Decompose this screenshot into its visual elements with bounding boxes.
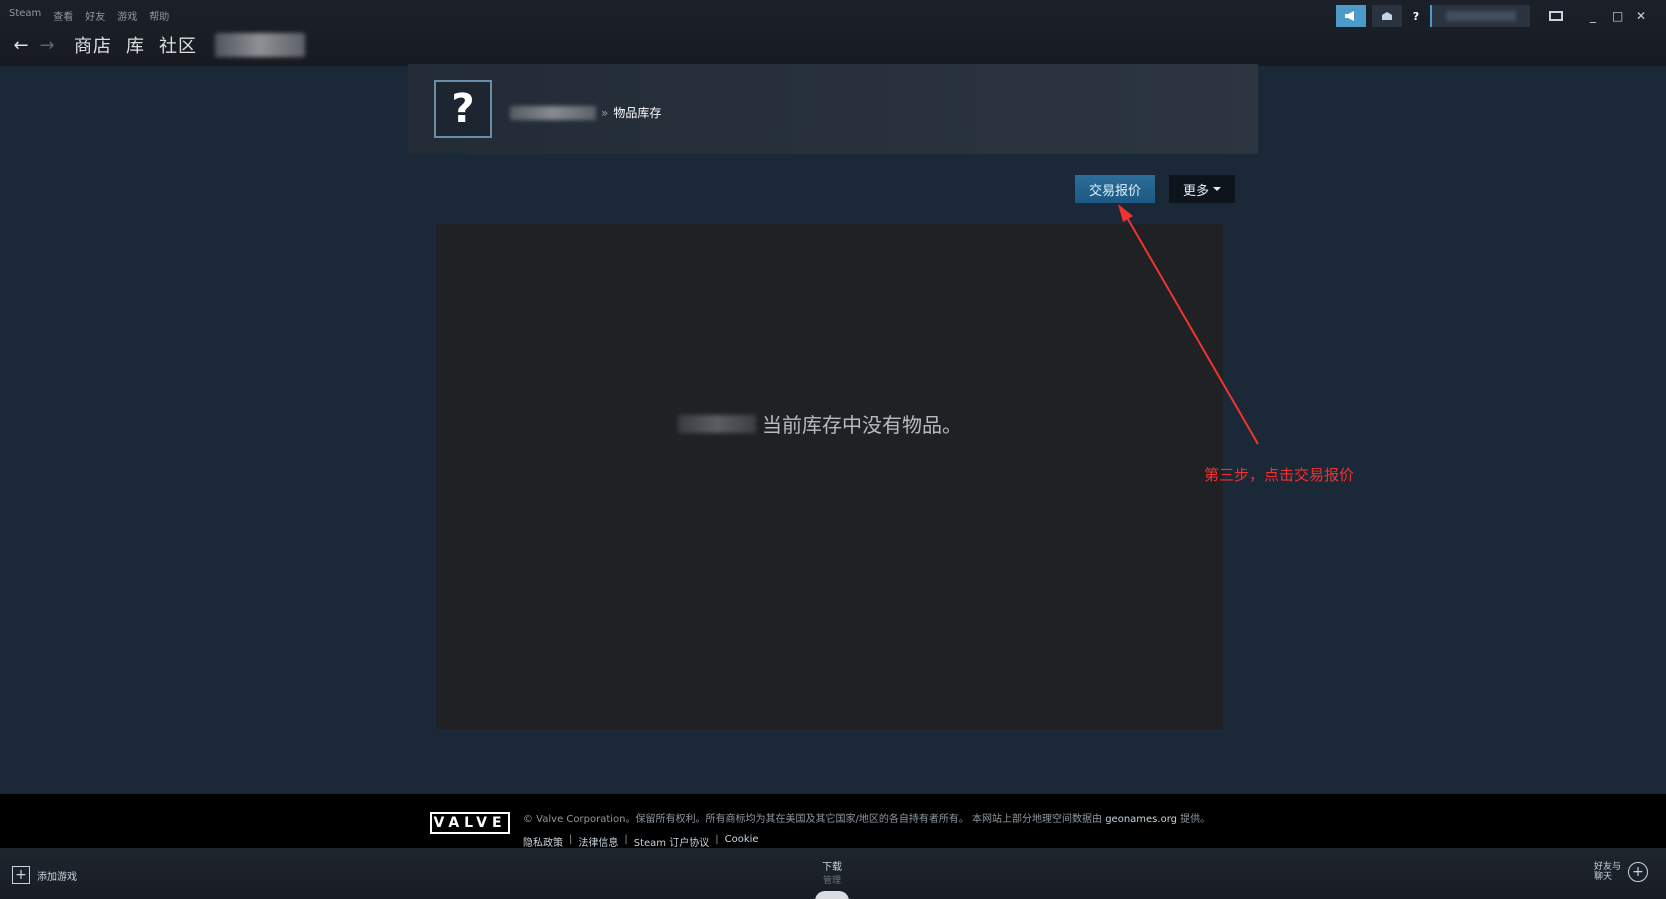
nav-tab-library[interactable]: 库 (126, 32, 145, 58)
breadcrumb-page: 物品库存 (613, 106, 662, 120)
valve-logo[interactable]: VALVE (430, 812, 510, 834)
footer: VALVE © Valve Corporation。保留所有权利。所有商标均为其… (0, 794, 1666, 849)
friends-label-line2: 聊天 (1594, 872, 1613, 882)
back-arrow-icon[interactable]: ← (8, 33, 34, 57)
friends-label-line1: 好友与 (1594, 862, 1622, 872)
maximize-icon[interactable]: □ (1612, 9, 1623, 23)
breadcrumb-username-redacted[interactable] (510, 105, 596, 120)
annotation-text: 第三步，点击交易报价 (1204, 466, 1355, 484)
empty-inventory-message: 当前库存中没有物品。 (678, 409, 962, 438)
help-icon[interactable]: ? (1408, 5, 1424, 27)
footer-separator: | (569, 834, 573, 845)
title-bar: Steam 查看 好友 游戏 帮助 ← → 商店 库 社区 ? _ □ ✕ (0, 0, 1666, 66)
more-dropdown-button[interactable]: 更多 (1169, 175, 1235, 203)
menu-view[interactable]: 查看 (53, 8, 73, 23)
add-game-label: 添加游戏 (37, 871, 77, 883)
menu-help[interactable]: 帮助 (149, 8, 169, 23)
envelope-icon[interactable] (1372, 5, 1402, 27)
downloads-label: 下载 (822, 862, 842, 873)
footer-separator: | (624, 834, 628, 845)
account-menu-redacted[interactable] (1430, 5, 1530, 27)
forward-arrow-icon[interactable]: → (34, 33, 60, 57)
menu-bar: Steam 查看 好友 游戏 帮助 (9, 8, 169, 23)
downloads-button[interactable]: 下载 管理 (822, 858, 842, 886)
breadcrumb: » 物品库存 (510, 104, 661, 121)
bottom-bar: + 添加游戏 下载 管理 好友与 聊天 + (0, 848, 1666, 899)
footer-separator: | (715, 834, 719, 845)
legal-info-link[interactable]: 法律信息 (578, 834, 618, 849)
copyright-part-end: 提供。 (1176, 814, 1211, 825)
copyright-text: © Valve Corporation。保留所有权利。所有商标均为其在美国及其它… (523, 810, 1210, 825)
inventory-panel: 当前库存中没有物品。 (436, 224, 1223, 729)
megaphone-icon[interactable] (1336, 5, 1366, 27)
nav-tab-store[interactable]: 商店 (74, 32, 112, 58)
profile-header: ? » 物品库存 (408, 64, 1258, 154)
avatar[interactable]: ? (434, 80, 492, 138)
add-game-button[interactable]: + 添加游戏 (12, 866, 77, 884)
caret-down-icon (1213, 187, 1221, 191)
window-controls: _ □ ✕ (1588, 9, 1646, 23)
titlebar-controls: ? _ □ ✕ (1336, 5, 1666, 27)
nav-tab-username-redacted[interactable] (215, 33, 305, 57)
close-icon[interactable]: ✕ (1636, 9, 1646, 23)
minimize-icon[interactable]: _ (1588, 9, 1598, 23)
plus-icon: + (12, 866, 30, 884)
cookie-link[interactable]: Cookie (725, 834, 759, 849)
nav-tab-community[interactable]: 社区 (159, 32, 197, 58)
privacy-policy-link[interactable]: 隐私政策 (523, 834, 563, 849)
geonames-link[interactable]: geonames.org (1105, 814, 1177, 825)
menu-steam[interactable]: Steam (9, 8, 41, 23)
add-friend-icon: + (1628, 862, 1648, 882)
menu-games[interactable]: 游戏 (117, 8, 137, 23)
footer-links: 隐私政策 | 法律信息 | Steam 订户协议 | Cookie (523, 834, 759, 849)
friends-chat-label: 好友与 聊天 (1594, 862, 1622, 882)
friends-chat-button[interactable]: 好友与 聊天 + (1594, 862, 1648, 882)
copyright-part: © Valve Corporation。保留所有权利。所有商标均为其在美国及其它… (523, 814, 1106, 825)
breadcrumb-separator: » (601, 105, 609, 120)
main-nav: ← → 商店 库 社区 (8, 32, 305, 58)
downloads-expand-handle[interactable] (815, 891, 849, 899)
big-picture-icon[interactable] (1544, 5, 1568, 27)
downloads-manage-label: 管理 (822, 876, 841, 886)
trade-offer-button[interactable]: 交易报价 (1075, 175, 1155, 203)
more-button-label: 更多 (1182, 183, 1209, 199)
menu-friends[interactable]: 好友 (85, 8, 105, 23)
empty-inventory-text: 当前库存中没有物品。 (762, 413, 962, 437)
subscriber-agreement-link[interactable]: Steam 订户协议 (634, 834, 709, 849)
empty-message-username-redacted (678, 414, 756, 433)
